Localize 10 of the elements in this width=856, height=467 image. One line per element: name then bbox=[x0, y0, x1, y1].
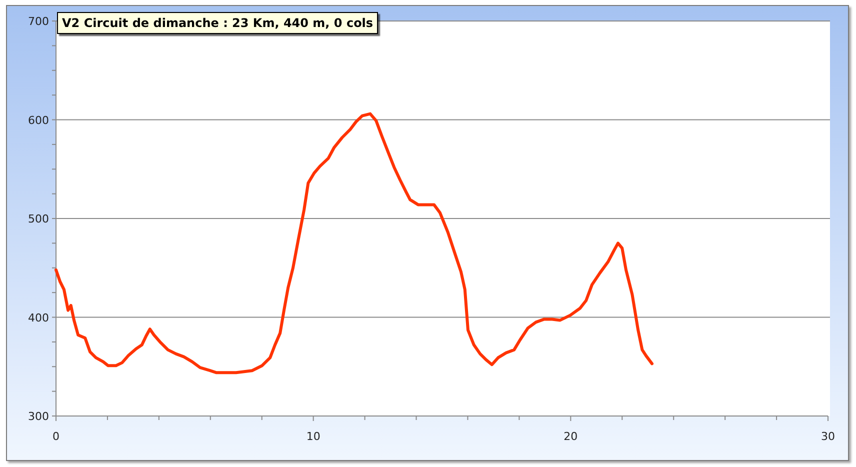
y-tick-label: 600 bbox=[28, 114, 49, 127]
chart-title: V2 Circuit de dimanche : 23 Km, 440 m, 0 cols bbox=[57, 12, 378, 34]
x-tick-label: 30 bbox=[821, 430, 835, 443]
y-tick-label: 400 bbox=[28, 311, 49, 324]
y-tick-label: 700 bbox=[28, 15, 49, 28]
x-tick-label: 0 bbox=[52, 430, 60, 443]
y-tick-label: 500 bbox=[28, 212, 49, 226]
y-tick-label: 300 bbox=[28, 410, 49, 423]
x-tick-label: 10 bbox=[306, 430, 320, 443]
x-tick-label: 20 bbox=[564, 430, 578, 443]
